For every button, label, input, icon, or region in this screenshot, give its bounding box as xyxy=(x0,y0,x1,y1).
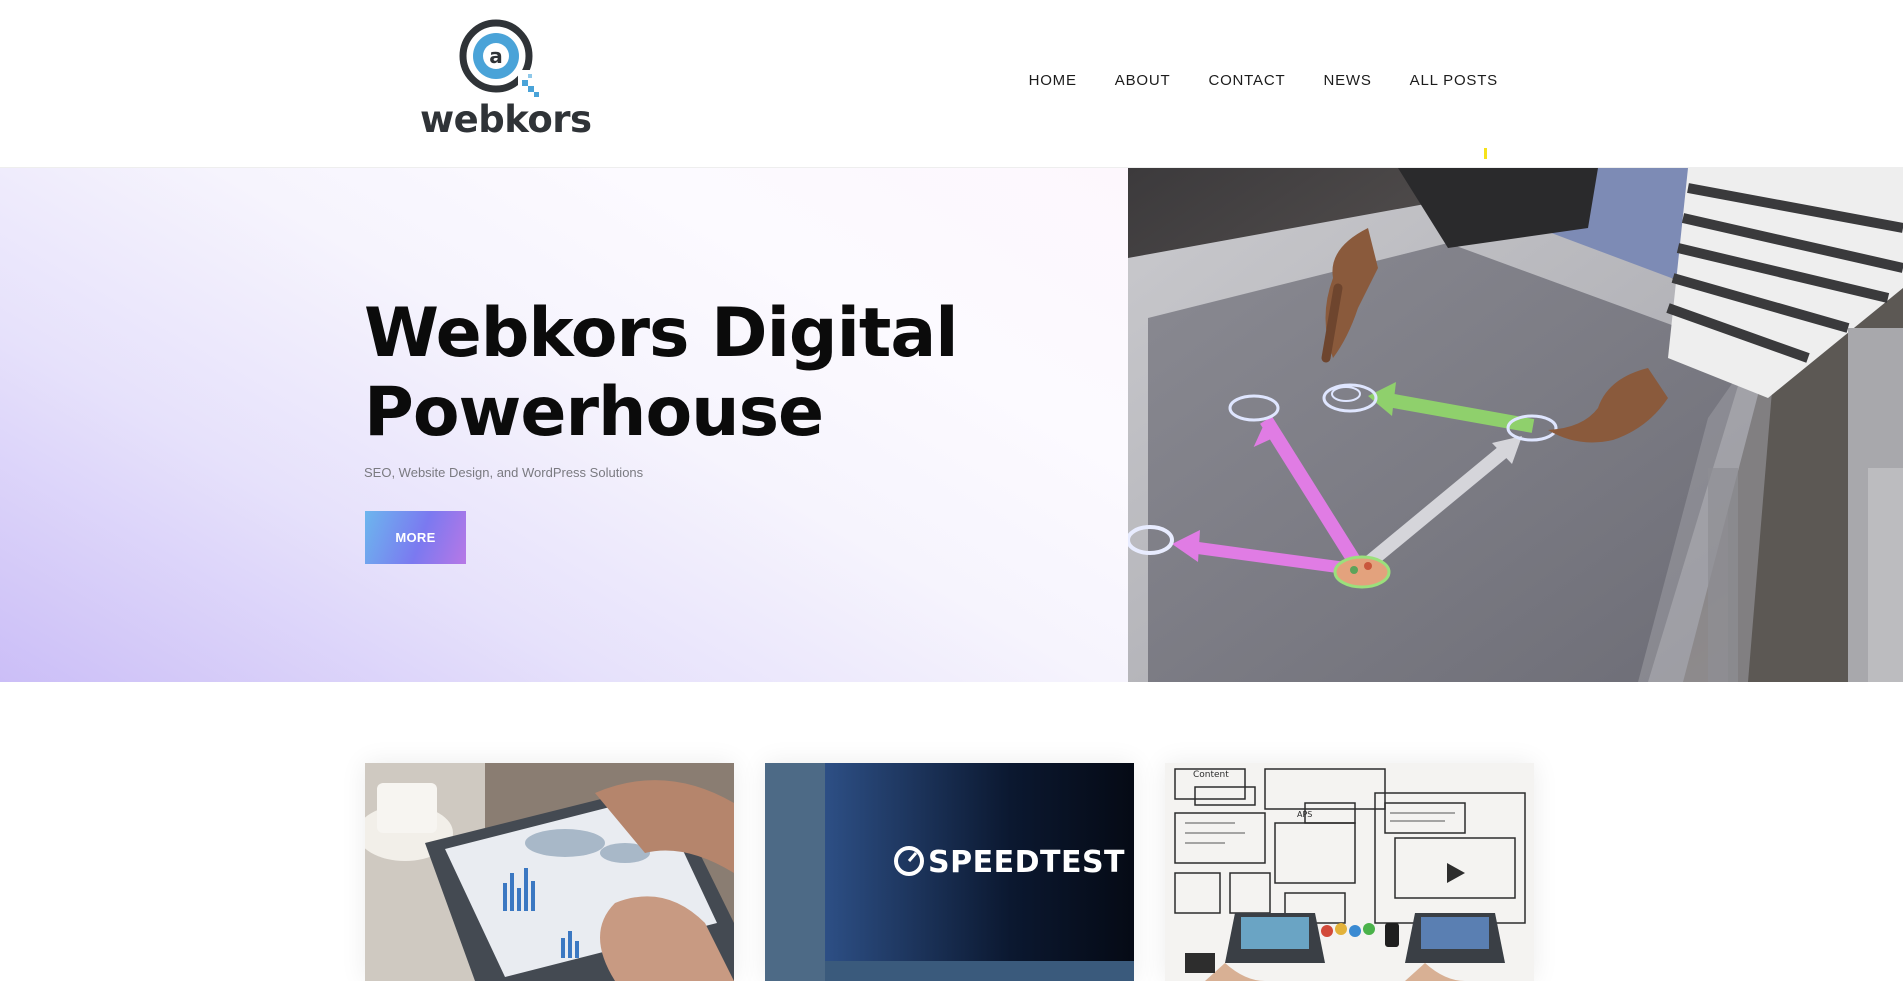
svg-text:a: a xyxy=(489,44,503,68)
more-button[interactable]: MORE xyxy=(365,511,466,564)
hero-section: Webkors Digital Powerhouse SEO, Website … xyxy=(0,168,1903,682)
site-header: a webkors HOME ABOUT CONTACT NEWS ALL PO… xyxy=(0,0,1903,168)
svg-text:Content: Content xyxy=(1193,770,1229,780)
hero-subtitle: SEO, Website Design, and WordPress Solut… xyxy=(364,465,644,480)
nav-about-link[interactable]: ABOUT xyxy=(1096,62,1190,99)
touch-table-illustration xyxy=(1128,168,1903,682)
web-design-sketch-photo: Content APS xyxy=(1165,763,1534,981)
hero-text-panel: Webkors Digital Powerhouse SEO, Website … xyxy=(0,168,1128,682)
speedtest-overlay-text: SPEEDTEST xyxy=(928,845,1125,880)
svg-text:APS: APS xyxy=(1297,810,1312,819)
post-card-tablet-analytics[interactable] xyxy=(365,763,734,981)
nav-home-link[interactable]: HOME xyxy=(1010,62,1096,99)
nav-all-posts-link[interactable]: ALL POSTS xyxy=(1391,62,1517,99)
tablet-analytics-photo xyxy=(365,763,734,981)
hero-title-line-2: Powerhouse xyxy=(364,373,824,452)
main-navigation: HOME ABOUT CONTACT NEWS ALL POSTS xyxy=(1010,62,1517,99)
nav-contact-link[interactable]: CONTACT xyxy=(1189,62,1304,99)
post-card-speedtest[interactable]: SPEEDTEST xyxy=(765,763,1134,981)
hero-title: Webkors Digital Powerhouse xyxy=(364,294,959,452)
nav-active-indicator xyxy=(1484,148,1487,159)
logo-wordmark: webkors xyxy=(420,98,592,141)
site-logo[interactable]: a webkors xyxy=(420,16,592,146)
hero-touch-table-photo xyxy=(1128,168,1903,682)
post-card-web-design[interactable]: Content APS xyxy=(1165,763,1534,981)
nav-news-link[interactable]: NEWS xyxy=(1304,62,1390,99)
featured-posts: SPEEDTEST Content APS xyxy=(365,763,1535,981)
at-sign-logo-icon: a xyxy=(459,19,540,97)
speedtest-screen-photo: SPEEDTEST xyxy=(765,763,1134,981)
hero-title-line-1: Webkors Digital xyxy=(364,294,959,373)
